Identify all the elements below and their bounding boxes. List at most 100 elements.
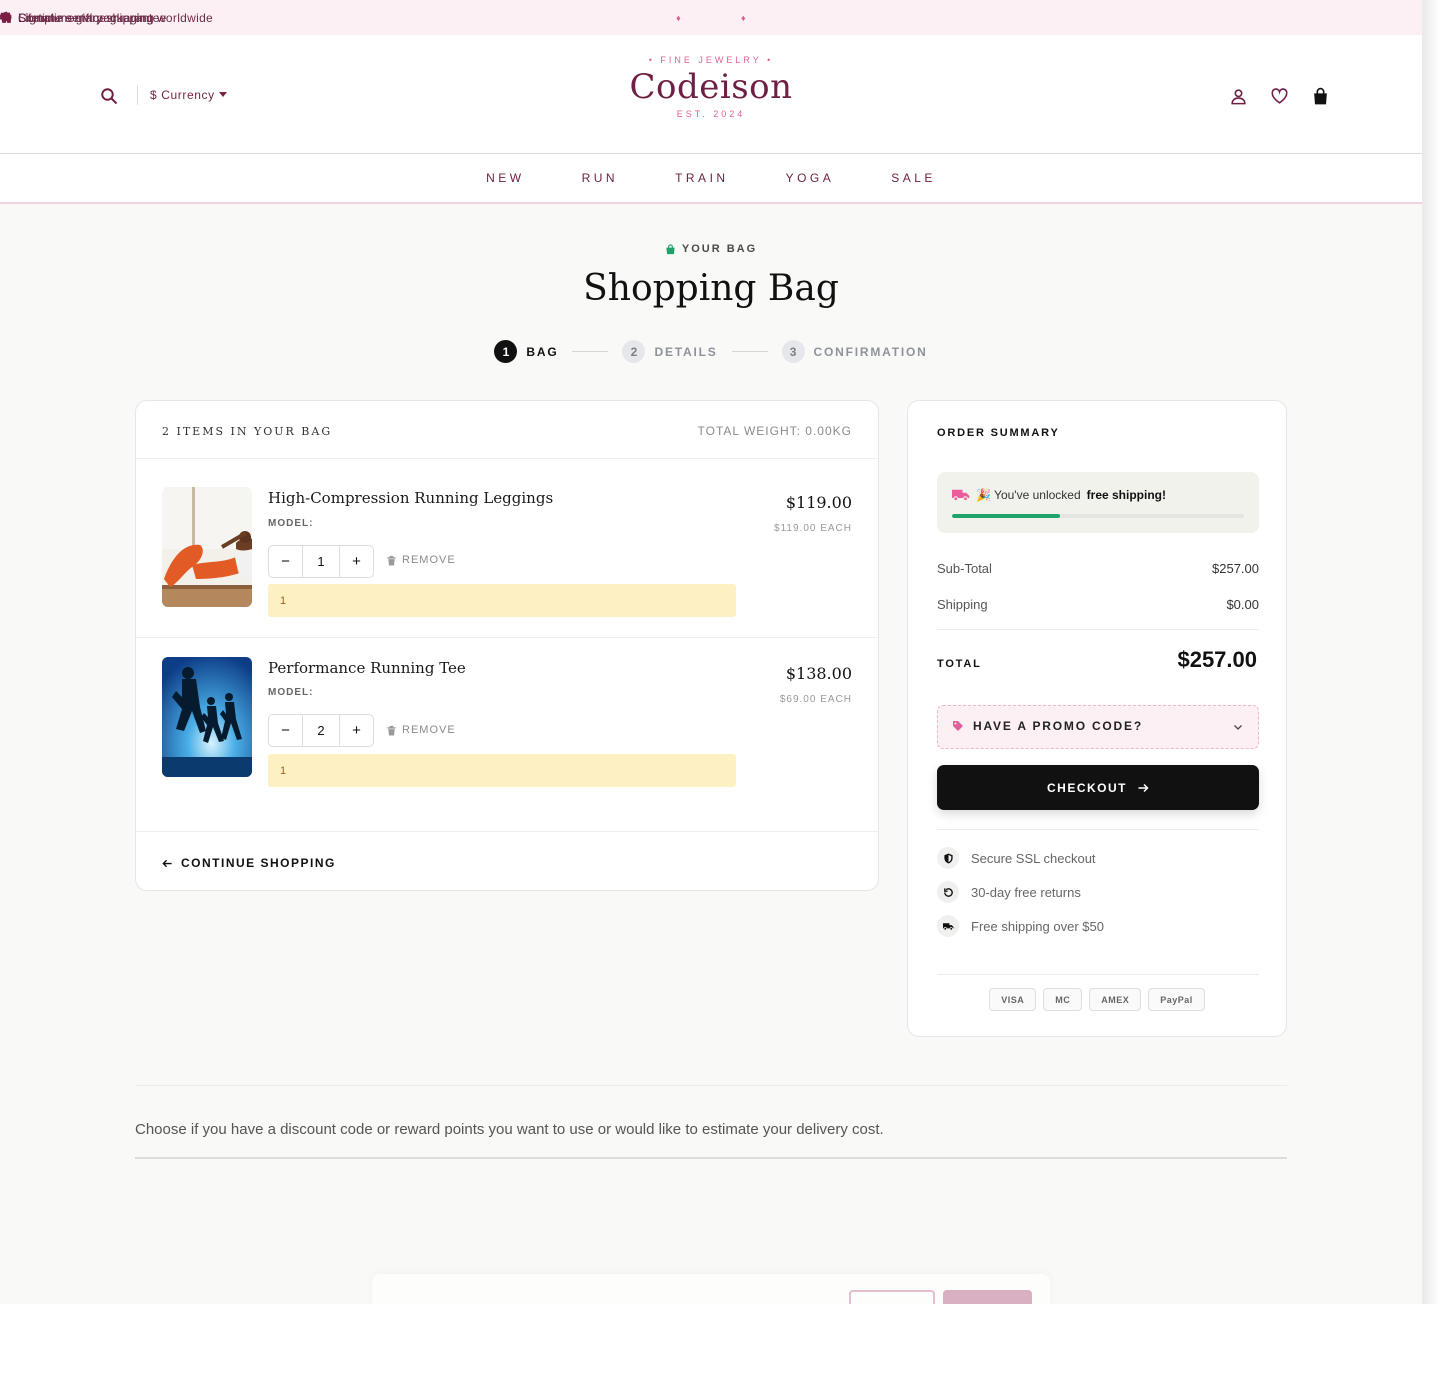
section-divider	[135, 1157, 1287, 1159]
step-number: 3	[781, 340, 805, 363]
section-divider	[135, 1085, 1287, 1086]
payment-methods: VISA MC AMEX PayPal	[908, 988, 1286, 1011]
bag-card: 2 ITEMS IN YOUR BAG TOTAL WEIGHT: 0.00KG	[135, 400, 879, 891]
summary-divider	[937, 974, 1259, 975]
payment-paypal-badge: PayPal	[1148, 988, 1205, 1011]
nav-item-sale[interactable]: SALE	[891, 171, 936, 185]
search-icon[interactable]	[100, 87, 118, 105]
step-confirmation: 3 CONFIRMATION	[781, 340, 928, 363]
decrease-quantity-button[interactable]: −	[269, 715, 302, 746]
tag-icon	[953, 721, 963, 731]
checkout-label: CHECKOUT	[1047, 780, 1127, 795]
product-name[interactable]: Performance Running Tee	[268, 659, 466, 677]
bag-item: Performance Running Tee MODEL: − 2 + REM…	[136, 638, 878, 831]
nav-item-yoga[interactable]: YOGA	[786, 171, 835, 185]
step-connector	[731, 351, 768, 352]
payment-mastercard-badge: MC	[1043, 988, 1083, 1011]
page: Complimentary shipping worldwide ♦ Signa…	[0, 0, 1422, 1304]
quantity-value[interactable]: 2	[302, 715, 340, 746]
discount-info-text: Choose if you have a discount code or re…	[135, 1121, 884, 1138]
remove-item-button[interactable]: REMOVE	[386, 724, 456, 736]
cookie-accept-button[interactable]	[943, 1290, 1032, 1304]
trust-text: Free shipping over $50	[971, 918, 1104, 934]
bag-header: 2 ITEMS IN YOUR BAG TOTAL WEIGHT: 0.00KG	[136, 401, 878, 459]
bag-footer: CONTINUE SHOPPING	[136, 831, 878, 891]
runners-photo	[162, 657, 252, 777]
step-number: 2	[622, 340, 646, 363]
order-summary: ORDER SUMMARY 🎉 You've unlocked free shi…	[907, 400, 1287, 1037]
chevron-down-icon	[1234, 725, 1242, 730]
free-shipping-highlight: free shipping!	[1086, 488, 1166, 502]
currency-label: $ Currency	[150, 88, 215, 102]
currency-selector[interactable]: $ Currency	[150, 88, 227, 102]
increase-quantity-button[interactable]: +	[340, 546, 373, 577]
cookie-banner	[372, 1274, 1050, 1304]
logo-wordmark: Codeison	[629, 67, 793, 107]
free-shipping-prefix: 🎉 You've unlocked	[976, 488, 1081, 502]
shopping-bag-icon[interactable]	[1311, 87, 1330, 106]
product-image[interactable]	[162, 487, 252, 607]
item-notice: 1	[268, 584, 736, 617]
step-label: CONFIRMATION	[813, 344, 928, 359]
step-bag: 1 BAG	[494, 340, 558, 363]
summary-title: ORDER SUMMARY	[937, 427, 1060, 439]
wishlist-heart-icon[interactable]	[1270, 87, 1289, 106]
bag-item: High-Compression Running Leggings MODEL:…	[136, 459, 878, 638]
trust-item: Secure SSL checkout	[937, 847, 1096, 869]
step-connector	[572, 351, 609, 352]
promo-code-label-wrap: HAVE A PROMO CODE?	[952, 719, 1143, 733]
arrow-left-icon	[162, 859, 172, 867]
scrollbar-gutter	[1422, 0, 1440, 1304]
caret-down-icon	[218, 92, 227, 97]
summary-divider	[937, 629, 1259, 630]
free-shipping-progress-fill	[952, 514, 1061, 518]
account-icon[interactable]	[1229, 87, 1248, 106]
announcement-item: Lifetime service guarantee	[0, 11, 742, 25]
nav-item-run[interactable]: RUN	[582, 171, 619, 185]
nav-item-train[interactable]: TRAIN	[675, 171, 729, 185]
quantity-value[interactable]: 1	[302, 546, 340, 577]
item-notice: 1	[268, 754, 736, 787]
trust-text: 30-day free returns	[971, 884, 1081, 900]
total-label: TOTAL	[937, 658, 982, 670]
checkout-button[interactable]: CHECKOUT	[937, 765, 1259, 810]
nav-item-new[interactable]: NEW	[486, 171, 525, 185]
leggings-photo	[162, 487, 252, 607]
continue-shopping-link[interactable]: CONTINUE SHOPPING	[162, 856, 336, 870]
step-label: BAG	[526, 344, 559, 359]
shipping-row: Shipping $0.00	[937, 597, 1259, 612]
total-value: $257.00	[1177, 647, 1257, 672]
cookie-reject-button[interactable]	[849, 1290, 935, 1304]
increase-quantity-button[interactable]: +	[340, 715, 373, 746]
item-unit-price: $69.00 EACH	[779, 694, 852, 705]
item-unit-price: $119.00 EACH	[774, 523, 852, 534]
free-shipping-banner: 🎉 You've unlocked free shipping!	[937, 472, 1259, 533]
announcement-bar: Complimentary shipping worldwide ♦ Signa…	[0, 0, 1422, 35]
header-icons	[1229, 87, 1330, 106]
returns-icon	[937, 881, 959, 903]
payment-amex-badge: AMEX	[1089, 988, 1142, 1011]
eyebrow-text: YOUR BAG	[681, 243, 758, 255]
step-label: DETAILS	[654, 344, 718, 359]
site-header: $ Currency • FINE JEWELRY • Codeison EST…	[0, 35, 1422, 154]
logo[interactable]: • FINE JEWELRY • Codeison EST. 2024	[561, 55, 861, 119]
free-shipping-progress	[952, 514, 1244, 518]
promo-code-toggle[interactable]: HAVE A PROMO CODE?	[937, 705, 1259, 749]
item-total-price: $119.00	[785, 493, 852, 512]
remove-item-button[interactable]: REMOVE	[386, 554, 456, 566]
product-image[interactable]	[162, 657, 252, 777]
trust-item: 30-day free returns	[937, 881, 1081, 903]
bag-total-weight: TOTAL WEIGHT: 0.00KG	[697, 424, 852, 438]
free-shipping-message: 🎉 You've unlocked free shipping!	[952, 488, 1166, 502]
logo-tagline: • FINE JEWELRY •	[648, 55, 774, 65]
truck-icon	[937, 915, 959, 937]
logo-established: EST. 2024	[676, 109, 746, 119]
subtotal-label: Sub-Total	[937, 561, 992, 576]
product-name[interactable]: High-Compression Running Leggings	[268, 489, 553, 507]
remove-label: REMOVE	[402, 554, 456, 566]
trust-text: Secure SSL checkout	[971, 850, 1096, 866]
trash-icon	[387, 555, 396, 566]
decrease-quantity-button[interactable]: −	[269, 546, 302, 577]
remove-label: REMOVE	[402, 724, 456, 736]
trust-item: Free shipping over $50	[937, 915, 1104, 937]
